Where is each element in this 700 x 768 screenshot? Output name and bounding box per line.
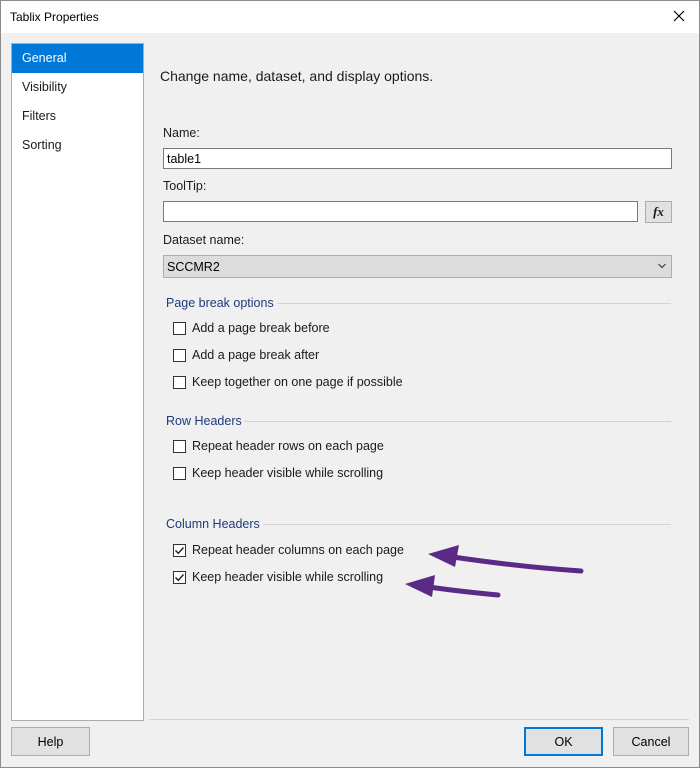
row-headers-group-title: Row Headers xyxy=(166,414,242,428)
repeat-header-rows-checkbox[interactable] xyxy=(173,439,186,453)
window-title: Tablix Properties xyxy=(10,10,99,24)
sidebar-item-general[interactable]: General xyxy=(12,44,143,73)
keep-together-option[interactable]: Keep together on one page if possible xyxy=(173,374,403,390)
chevron-down-icon xyxy=(658,263,666,269)
row-header-visible-label: Keep header visible while scrolling xyxy=(192,466,384,480)
sidebar-item-filters[interactable]: Filters xyxy=(12,102,143,131)
page-break-before-checkbox[interactable] xyxy=(173,321,186,335)
page-break-group-title: Page break options xyxy=(166,296,274,310)
close-button[interactable] xyxy=(665,3,693,29)
checkmark-icon xyxy=(175,546,185,554)
title-bar: Tablix Properties xyxy=(1,1,699,33)
tooltip-expression-button[interactable]: fx xyxy=(645,201,672,223)
page-heading: Change name, dataset, and display option… xyxy=(160,68,434,84)
annotation-arrow-icon xyxy=(428,545,584,574)
column-header-visible-option[interactable]: Keep header visible while scrolling xyxy=(173,569,383,585)
ok-button[interactable]: OK xyxy=(524,727,603,756)
tooltip-label: ToolTip: xyxy=(163,179,207,193)
sidebar-nav: General Visibility Filters Sorting xyxy=(11,43,144,721)
column-headers-divider xyxy=(263,524,671,525)
repeat-header-rows-label: Repeat header rows on each page xyxy=(192,439,384,453)
dataset-value: SCCMR2 xyxy=(167,260,220,274)
repeat-header-columns-option[interactable]: Repeat header columns on each page xyxy=(173,542,404,558)
column-header-visible-label: Keep header visible while scrolling xyxy=(192,570,384,584)
tooltip-input[interactable] xyxy=(163,201,638,222)
row-header-visible-checkbox[interactable] xyxy=(173,466,186,480)
dataset-label: Dataset name: xyxy=(163,233,245,247)
cancel-button[interactable]: Cancel xyxy=(613,727,689,756)
repeat-header-rows-option[interactable]: Repeat header rows on each page xyxy=(173,438,384,454)
help-button[interactable]: Help xyxy=(11,727,90,756)
row-headers-divider xyxy=(244,421,671,422)
footer-divider xyxy=(149,719,689,720)
page-break-before-label: Add a page break before xyxy=(192,321,330,335)
keep-together-checkbox[interactable] xyxy=(173,375,186,389)
close-icon xyxy=(673,10,685,22)
annotation-arrow-icon xyxy=(405,575,501,598)
page-break-divider xyxy=(277,303,671,304)
sidebar-item-visibility[interactable]: Visibility xyxy=(12,73,143,102)
repeat-header-columns-checkbox[interactable] xyxy=(173,543,186,557)
tablix-properties-dialog: Tablix Properties General Visibility Fil… xyxy=(0,0,700,768)
row-header-visible-option[interactable]: Keep header visible while scrolling xyxy=(173,465,383,481)
repeat-header-columns-label: Repeat header columns on each page xyxy=(192,543,404,557)
column-header-visible-checkbox[interactable] xyxy=(173,570,186,584)
checkmark-icon xyxy=(175,573,185,581)
name-input[interactable] xyxy=(163,148,672,169)
dataset-select[interactable]: SCCMR2 xyxy=(163,255,672,278)
page-break-after-checkbox[interactable] xyxy=(173,348,186,362)
name-label: Name: xyxy=(163,126,200,140)
keep-together-label: Keep together on one page if possible xyxy=(192,375,403,389)
page-break-after-option[interactable]: Add a page break after xyxy=(173,347,319,363)
sidebar-item-sorting[interactable]: Sorting xyxy=(12,131,143,160)
column-headers-group-title: Column Headers xyxy=(166,517,260,531)
page-break-after-label: Add a page break after xyxy=(192,348,320,362)
page-break-before-option[interactable]: Add a page break before xyxy=(173,320,330,336)
